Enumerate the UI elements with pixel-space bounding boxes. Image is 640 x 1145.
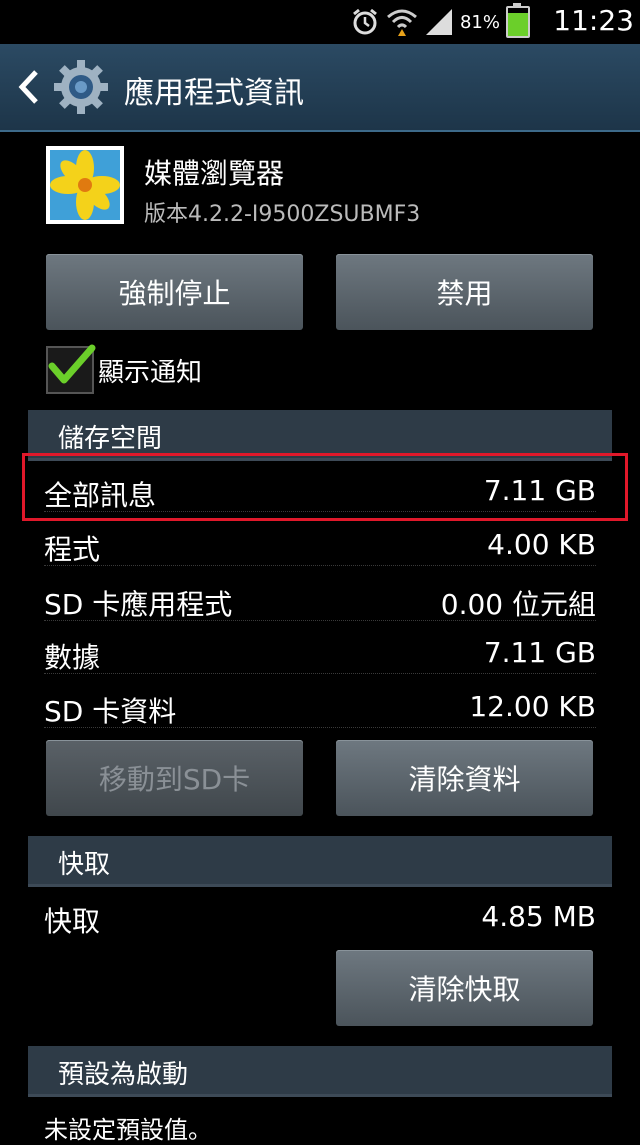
battery-icon xyxy=(506,3,530,38)
storage-row-label: SD 卡資料 xyxy=(44,695,177,728)
cache-row-value: 4.85 MB xyxy=(481,900,596,933)
clear-cache-button[interactable]: 清除快取 xyxy=(336,950,593,1026)
storage-row-label: 程式 xyxy=(44,533,101,566)
clock: 11:23 xyxy=(553,4,634,37)
app-name: 媒體瀏覽器 xyxy=(144,157,285,190)
row-divider xyxy=(44,565,596,566)
battery-percent: 81% xyxy=(459,11,500,33)
show-notification-label: 顯示通知 xyxy=(98,357,203,388)
storage-row-data: 數據 7.11 GB xyxy=(44,636,596,680)
highlight-box xyxy=(22,453,628,521)
cache-section-header: 快取 xyxy=(28,836,612,887)
storage-row-sd-app: SD 卡應用程式 0.00 位元組 xyxy=(44,583,596,627)
storage-row-app: 程式 4.00 KB xyxy=(44,528,596,572)
settings-gear-icon xyxy=(54,60,108,114)
storage-row-label: SD 卡應用程式 xyxy=(44,588,233,621)
storage-header-label: 儲存空間 xyxy=(58,424,163,454)
cache-row-label: 快取 xyxy=(44,905,101,938)
clear-data-button[interactable]: 清除資料 xyxy=(336,740,593,816)
launch-default-header-label: 預設為啟動 xyxy=(58,1060,189,1090)
checkmark-icon xyxy=(48,344,96,384)
storage-row-value: 12.00 KB xyxy=(469,690,596,723)
status-icons: 81% xyxy=(350,3,530,38)
storage-row-label: 數據 xyxy=(44,641,101,674)
action-bar: 應用程式資訊 xyxy=(0,44,640,132)
alarm-icon xyxy=(353,8,377,35)
force-stop-button[interactable]: 強制停止 xyxy=(46,254,303,330)
back-icon[interactable] xyxy=(16,68,40,106)
app-version: 版本4.2.2-I9500ZSUBMF3 xyxy=(144,202,421,227)
storage-row-value: 0.00 位元組 xyxy=(440,588,596,621)
page-title: 應用程式資訊 xyxy=(124,76,304,111)
row-divider xyxy=(44,673,596,674)
signal-icon xyxy=(425,9,452,35)
disable-button[interactable]: 禁用 xyxy=(336,254,593,330)
wifi-icon xyxy=(387,9,417,36)
storage-row-sd-data: SD 卡資料 12.00 KB xyxy=(44,690,596,734)
storage-row-value: 7.11 GB xyxy=(483,636,596,669)
move-to-sd-button[interactable]: 移動到SD卡 xyxy=(46,740,303,816)
no-defaults-text: 未設定預設值。 xyxy=(44,1116,212,1144)
cache-row: 快取 4.85 MB xyxy=(44,900,596,944)
storage-row-value: 4.00 KB xyxy=(487,528,596,561)
show-notification-row[interactable]: 顯示通知 xyxy=(46,344,203,394)
show-notification-checkbox[interactable] xyxy=(46,344,96,394)
launch-default-section-header: 預設為啟動 xyxy=(28,1046,612,1097)
lily-flower-icon xyxy=(46,146,124,224)
cache-header-label: 快取 xyxy=(58,850,111,880)
status-bar: 81% 11:23 xyxy=(0,0,640,44)
